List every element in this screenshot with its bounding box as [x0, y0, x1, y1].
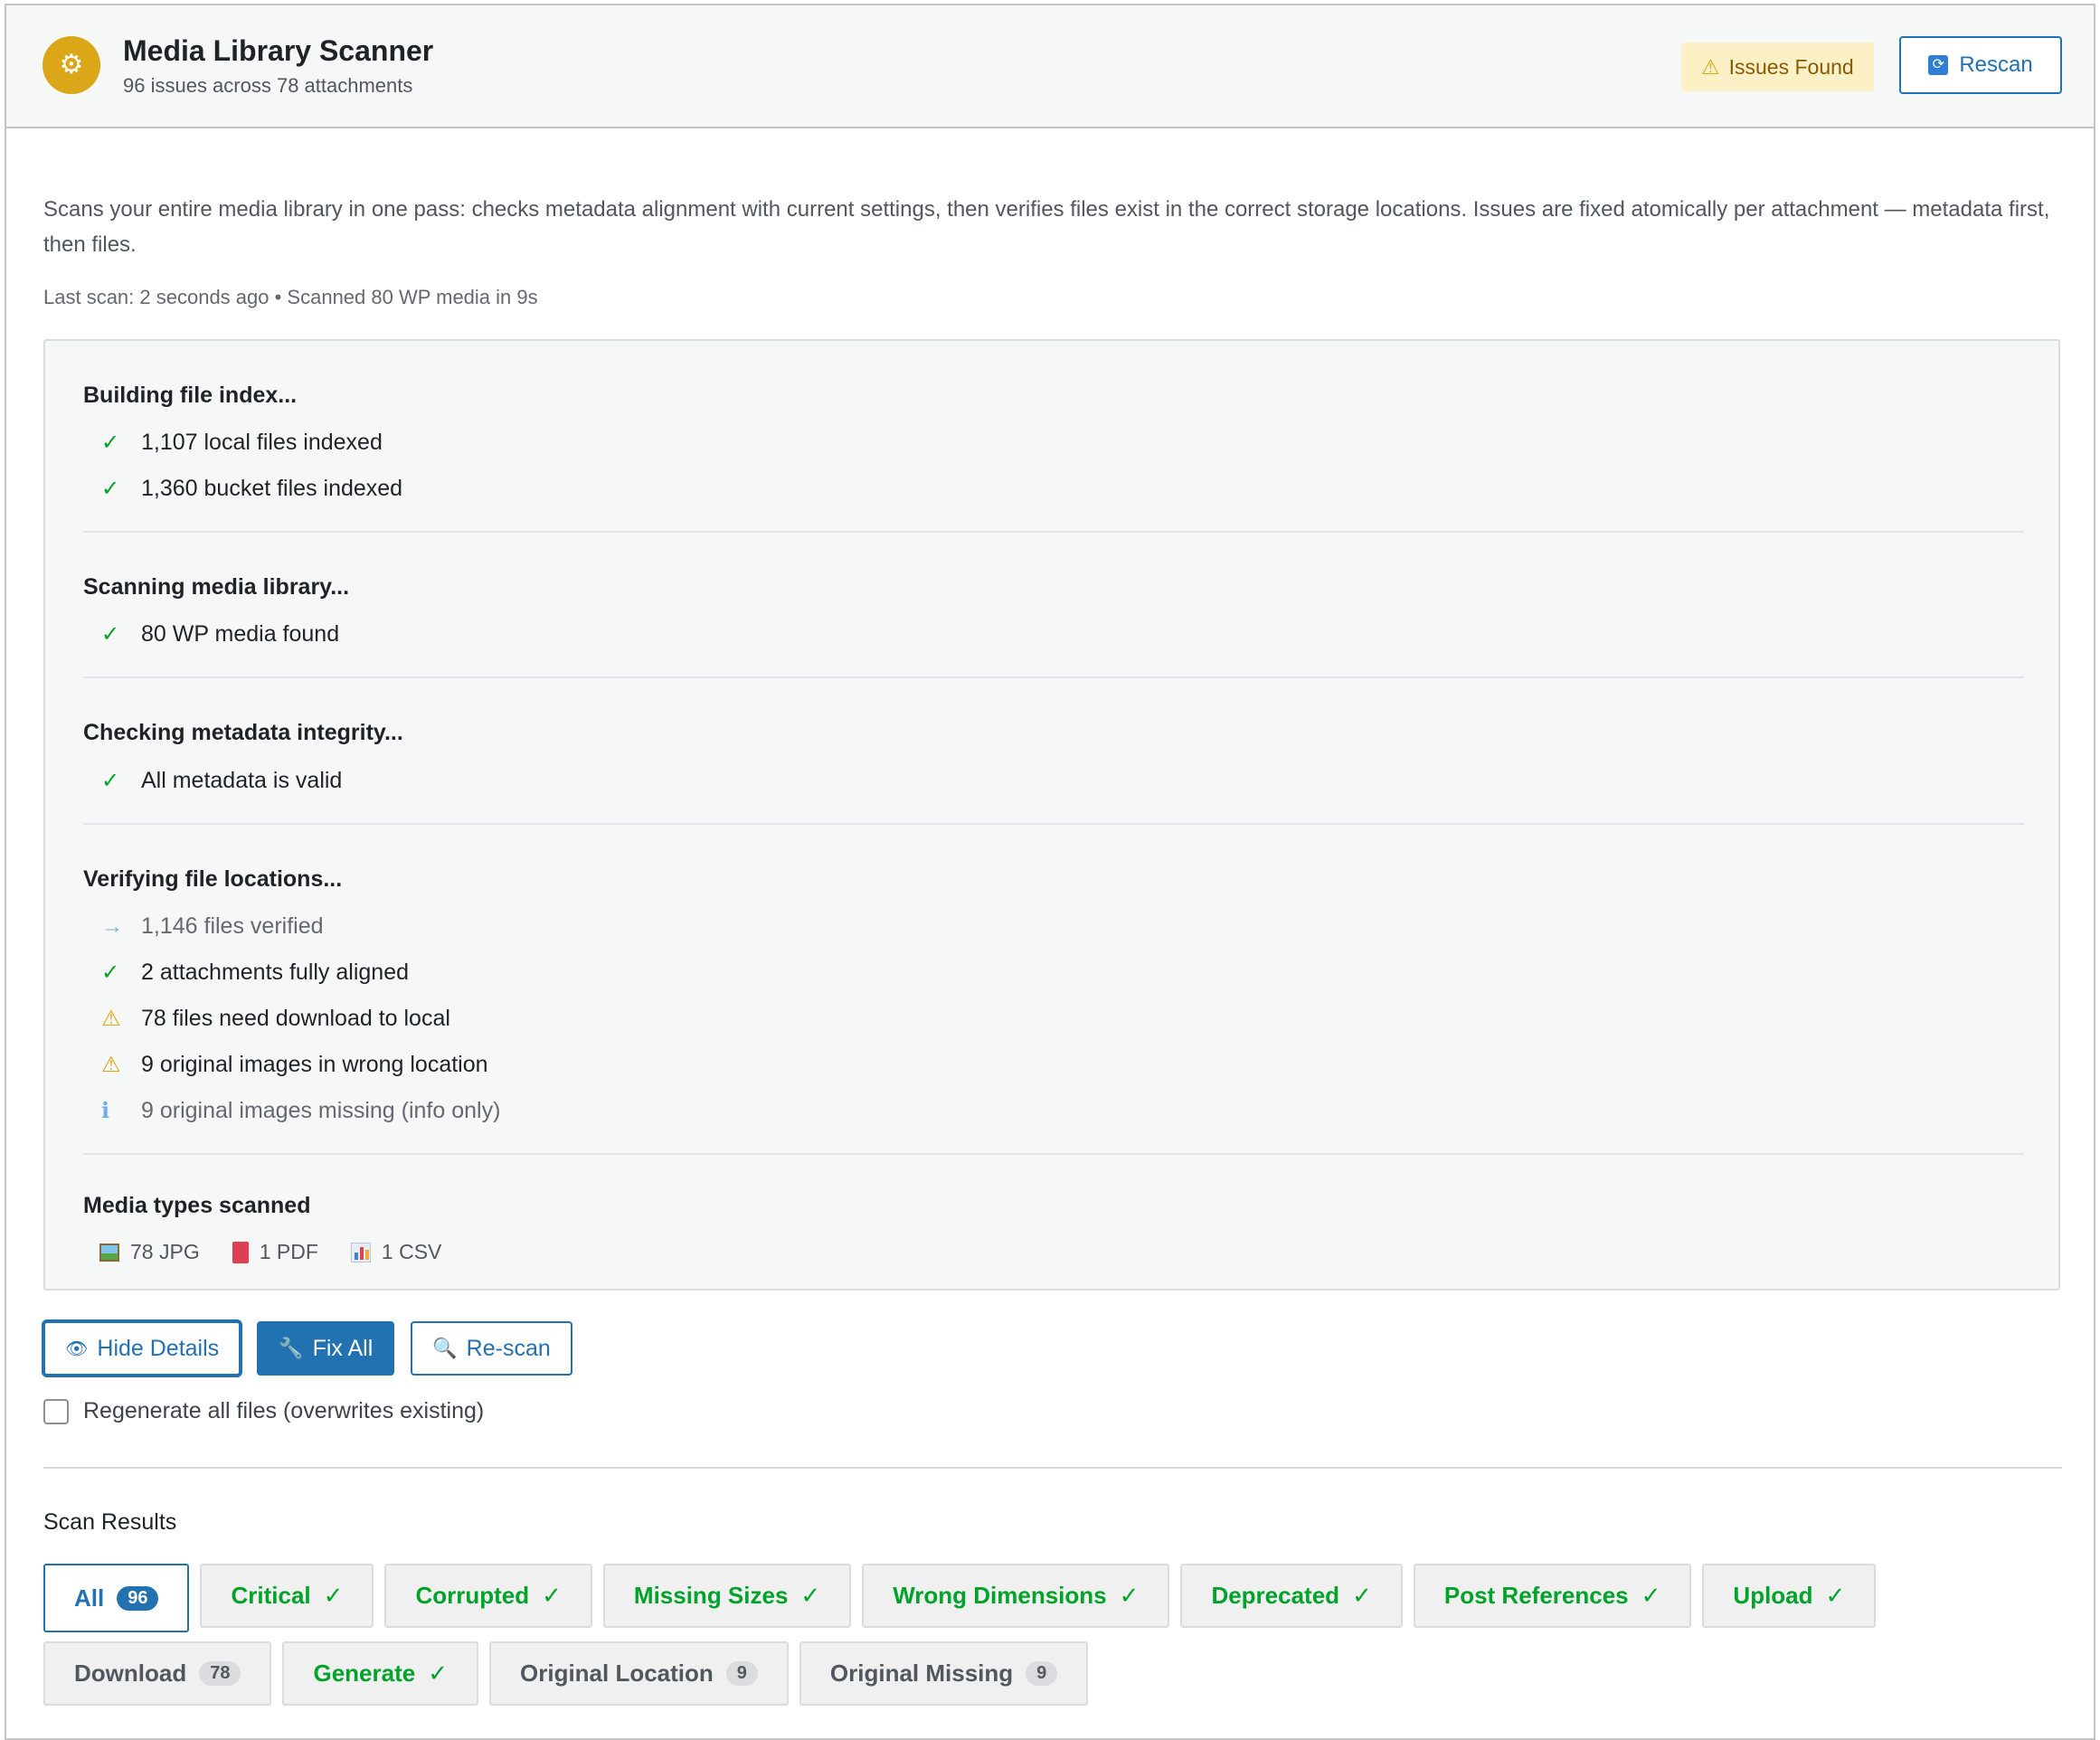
image-icon	[99, 1243, 119, 1262]
warning-icon: ⚠	[101, 1053, 121, 1077]
progress-item: ✓ 2 attachments fully aligned	[101, 960, 410, 985]
info-icon: ℹ	[101, 1099, 110, 1123]
eye-icon: 👁	[65, 1338, 89, 1359]
warning-icon: ⚠	[1701, 54, 1720, 79]
regenerate-label: Regenerate all files (overwrites existin…	[83, 1398, 485, 1423]
media-types-list: 78 JPG 1 PDF 1 CSV	[99, 1240, 441, 1264]
page-subtitle: 96 issues across 78 attachments	[123, 74, 413, 97]
check-icon: ✓	[101, 960, 120, 985]
divider	[83, 531, 2024, 533]
refresh-icon: ⟳	[1928, 55, 1949, 75]
divider	[83, 823, 2024, 825]
check-icon: ✓	[323, 1582, 344, 1609]
tab-download[interactable]: Download 78	[43, 1641, 272, 1706]
section-media-types: Media types scanned	[83, 1193, 2024, 1219]
status-badge-label: Issues Found	[1728, 54, 1854, 79]
divider	[83, 676, 2024, 678]
count-badge: 96	[117, 1585, 159, 1611]
page-title: Media Library Scanner	[123, 34, 434, 67]
count-badge: 78	[199, 1661, 241, 1686]
results-title: Scan Results	[43, 1509, 177, 1535]
arrow-right-icon: →	[101, 913, 123, 939]
pdf-icon	[232, 1241, 249, 1263]
tab-wrong-dimensions[interactable]: Wrong Dimensions ✓	[862, 1564, 1170, 1628]
check-icon: ✓	[1119, 1582, 1140, 1609]
rescan-button[interactable]: ⟳ Rescan	[1899, 36, 2062, 94]
progress-item: → 1,146 files verified	[101, 913, 324, 939]
tab-original-location[interactable]: Original Location 9	[489, 1641, 789, 1706]
hide-details-button[interactable]: 👁 Hide Details	[43, 1321, 241, 1376]
tab-original-missing[interactable]: Original Missing 9	[799, 1641, 1089, 1706]
count-badge: 9	[725, 1661, 758, 1686]
section-title: Verifying file locations...	[83, 866, 343, 892]
tab-generate[interactable]: Generate ✓	[282, 1641, 478, 1706]
tab-deprecated[interactable]: Deprecated ✓	[1180, 1564, 1403, 1628]
section-file-index: Building file index...	[83, 383, 2024, 409]
check-icon: ✓	[101, 430, 120, 455]
media-type-jpg: 78 JPG	[99, 1240, 200, 1264]
chart-icon	[350, 1242, 371, 1262]
check-icon: ✓	[101, 769, 120, 793]
check-icon: ✓	[428, 1660, 448, 1687]
scan-progress-panel: Building file index... ✓ 1,107 local fil…	[43, 339, 2060, 1291]
tab-missing-sizes[interactable]: Missing Sizes ✓	[602, 1564, 852, 1628]
tab-corrupted[interactable]: Corrupted ✓	[384, 1564, 592, 1628]
section-metadata: Checking metadata integrity...	[83, 720, 2024, 746]
gear-icon: ⚙	[43, 36, 100, 94]
progress-item: ⚠ 9 original images in wrong location	[101, 1052, 488, 1077]
divider	[83, 1153, 2024, 1155]
tab-all[interactable]: All 96	[43, 1564, 190, 1632]
check-icon: ✓	[1825, 1582, 1846, 1609]
divider	[43, 1467, 2062, 1469]
check-icon: ✓	[101, 622, 120, 647]
description: Scans your entire media library in one p…	[43, 197, 2050, 257]
check-icon: ✓	[542, 1582, 562, 1609]
check-icon: ✓	[1641, 1582, 1661, 1609]
section-title: Scanning media library...	[83, 574, 350, 600]
panel-header: ⚙ Media Library Scanner 96 issues across…	[6, 5, 2094, 128]
section-media-library: Scanning media library...	[83, 574, 2024, 600]
wrench-icon: 🔧	[279, 1337, 304, 1359]
progress-item: ⚠ 78 files need download to local	[101, 1006, 450, 1031]
media-type-csv: 1 CSV	[350, 1240, 441, 1264]
results-tabs: All 96 Critical ✓ Corrupted ✓ Missing Si…	[43, 1564, 2078, 1706]
progress-item: ✓ 80 WP media found	[101, 621, 340, 647]
tab-post-references[interactable]: Post References ✓	[1413, 1564, 1692, 1628]
rescan-label: Rescan	[1959, 52, 2033, 77]
check-icon: ✓	[1352, 1582, 1372, 1609]
section-title: Checking metadata integrity...	[83, 720, 403, 745]
section-file-locations: Verifying file locations...	[83, 866, 2024, 893]
tab-upload[interactable]: Upload ✓	[1702, 1564, 1877, 1628]
count-badge: 9	[1026, 1661, 1058, 1686]
progress-item: ✓ All metadata is valid	[101, 768, 343, 793]
status-badge: ⚠ Issues Found	[1681, 43, 1874, 91]
fix-all-button[interactable]: 🔧 Fix All	[257, 1321, 395, 1376]
check-icon: ✓	[800, 1582, 821, 1609]
warning-icon: ⚠	[101, 1007, 121, 1031]
regenerate-checkbox[interactable]	[43, 1398, 69, 1424]
section-title: Building file index...	[83, 383, 298, 408]
progress-item: ✓ 1,107 local files indexed	[101, 430, 383, 455]
section-title: Media types scanned	[83, 1193, 311, 1218]
re-scan-button[interactable]: 🔍 Re-scan	[411, 1321, 572, 1376]
media-type-pdf: 1 PDF	[232, 1240, 318, 1264]
magnifier-icon: 🔍	[432, 1337, 458, 1359]
progress-item: ✓ 1,360 bucket files indexed	[101, 476, 403, 501]
action-bar: 👁 Hide Details 🔧 Fix All 🔍 Re-scan	[43, 1321, 572, 1376]
last-scan-info: Last scan: 2 seconds ago • Scanned 80 WP…	[43, 286, 538, 308]
progress-item: ℹ 9 original images missing (info only)	[101, 1098, 501, 1123]
check-icon: ✓	[101, 477, 120, 501]
scanner-panel: ⚙ Media Library Scanner 96 issues across…	[5, 4, 2095, 1740]
regenerate-option[interactable]: Regenerate all files (overwrites existin…	[43, 1398, 484, 1424]
tab-critical[interactable]: Critical ✓	[200, 1564, 374, 1628]
